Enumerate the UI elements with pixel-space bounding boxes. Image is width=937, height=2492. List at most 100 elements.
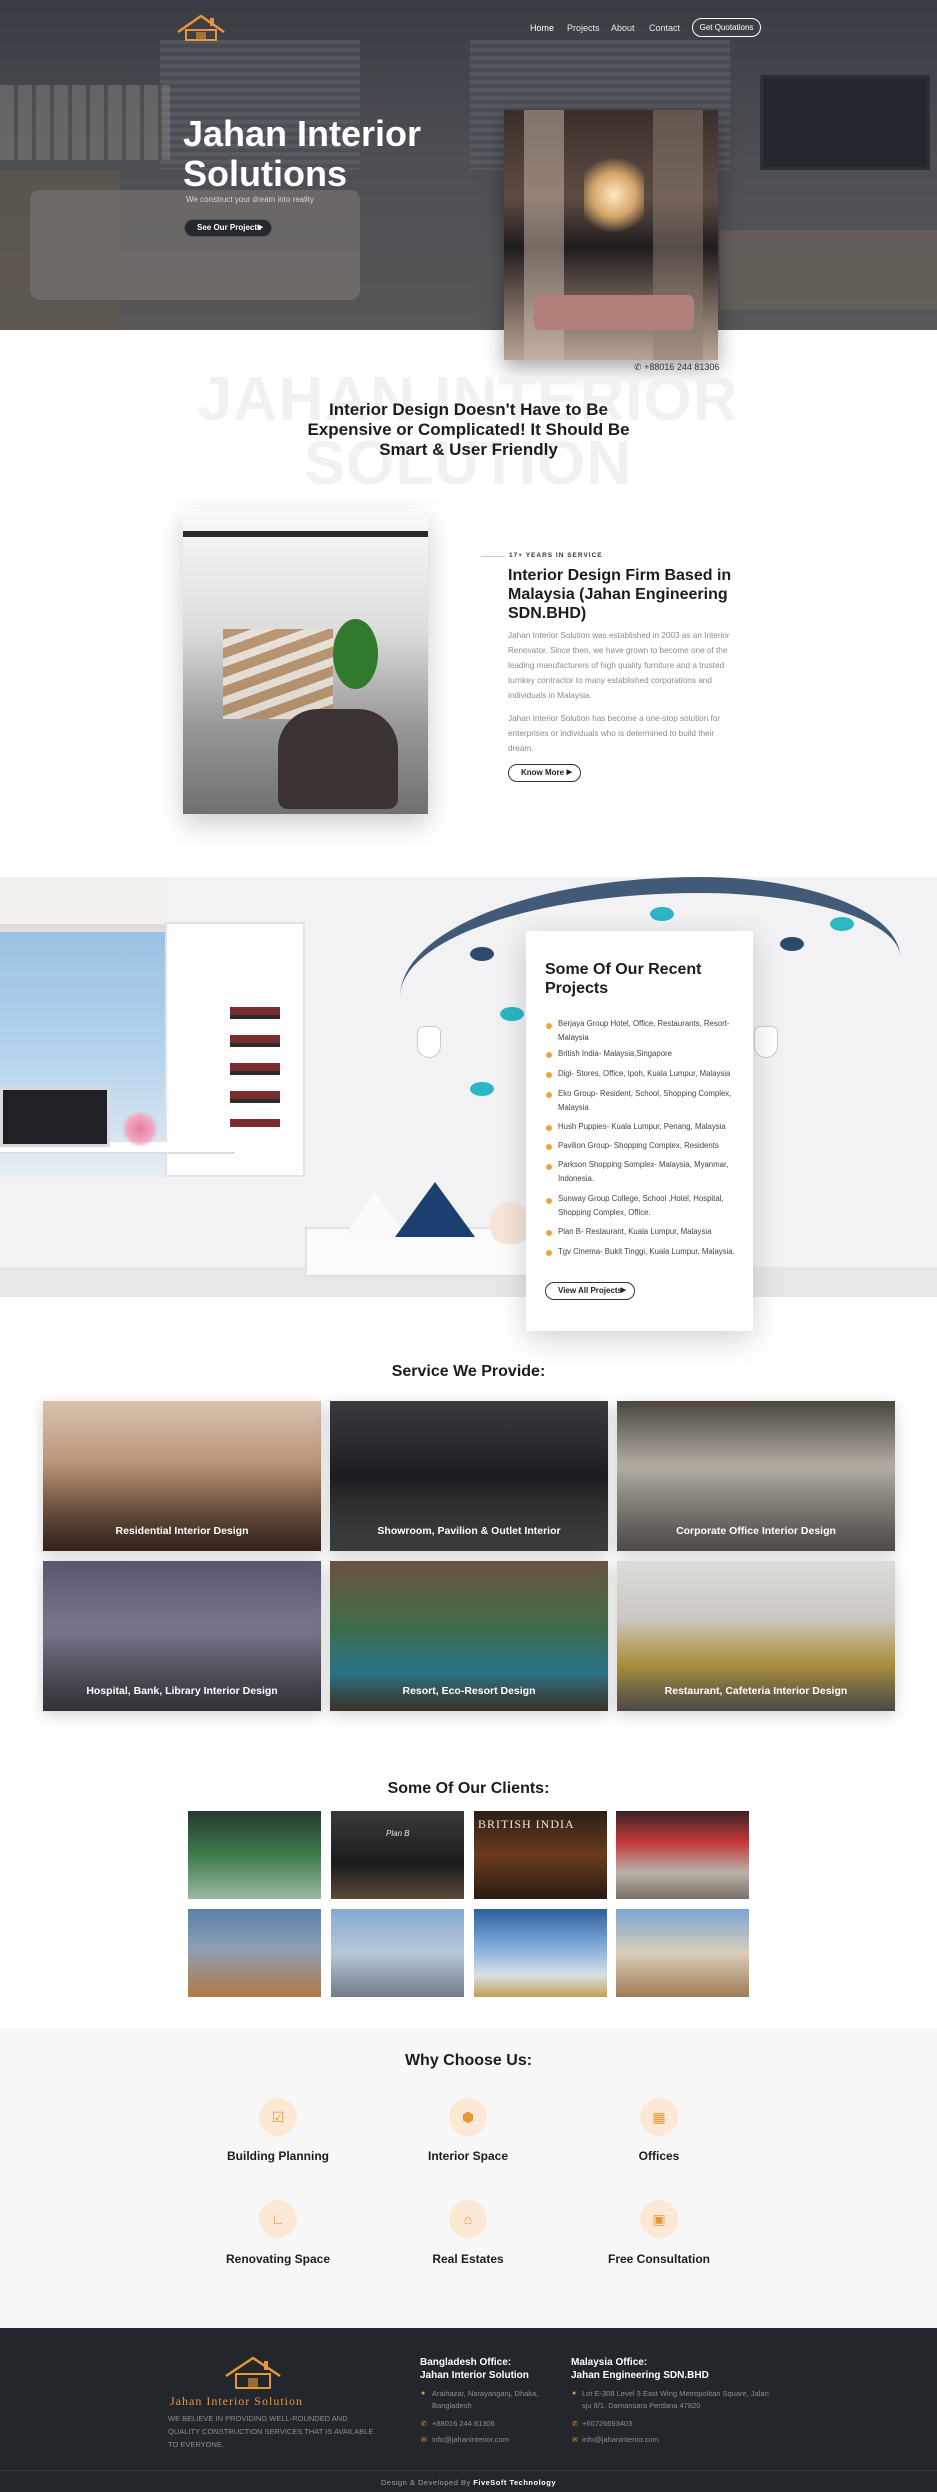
see-projects-button[interactable]: See Our Projects ▶ xyxy=(184,219,272,237)
phone-icon: ✆ xyxy=(421,2421,427,2428)
my-address: Lot E-308 Level 3 East Wing Metropolitan… xyxy=(582,2389,769,2410)
service-label: Corporate Office Interior Design xyxy=(676,1525,836,1537)
service-label: Restaurant, Cafeteria Interior Design xyxy=(664,1685,848,1697)
hero-title: Jahan Interior Solutions xyxy=(183,113,422,194)
know-more-label: Know More xyxy=(521,768,565,777)
bd-email[interactable]: info@jahaninterior.com xyxy=(432,2434,509,2446)
client-image xyxy=(474,1909,607,1997)
my-office-heading: Malaysia Office: xyxy=(571,2357,648,2368)
project-item: Plan B- Restaurant, Kuala Lumpur, Malays… xyxy=(558,1227,712,1236)
client-sign: Plan B xyxy=(386,1829,410,1838)
footer-tagline: WE BELIEVE IN PROVIDING WELL-ROUNDED AND… xyxy=(168,2414,374,2449)
service-label: Showroom, Pavilion & Outlet Interior xyxy=(377,1525,561,1537)
view-all-projects-label: View All Projects xyxy=(558,1286,623,1295)
why-title: Why Choose Us: xyxy=(404,2052,533,2069)
service-card-restaurant[interactable]: Restaurant, Cafeteria Interior Design xyxy=(617,1561,895,1711)
bullet-icon xyxy=(546,1023,552,1029)
my-phone[interactable]: +60726693403 xyxy=(582,2418,632,2430)
footer-credit: Design & Developed By FiveSoft Technolog… xyxy=(0,2478,937,2487)
service-card-residential[interactable]: Residential Interior Design xyxy=(43,1401,321,1551)
caret-right-icon: ▶ xyxy=(566,769,572,776)
hero-feature-image xyxy=(504,110,718,360)
caret-right-icon: ▶ xyxy=(257,224,263,231)
client-image xyxy=(616,1811,749,1899)
project-item: British India- Malaysia,Singapore xyxy=(558,1049,672,1058)
why-item-label: Free Consultation xyxy=(607,2252,710,2266)
bullet-icon xyxy=(546,1052,552,1058)
why-item-label: Real Estates xyxy=(432,2252,504,2266)
projects-background xyxy=(0,877,937,1297)
footer-logo-icon[interactable] xyxy=(222,2354,284,2392)
my-email[interactable]: info@jahaninterior.com xyxy=(582,2434,659,2446)
project-item: Hush Puppies- Kuala Lumpur, Penang, Mala… xyxy=(558,1122,726,1131)
service-label: Resort, Eco-Resort Design xyxy=(402,1685,536,1697)
bullet-icon xyxy=(546,1250,552,1256)
bullet-icon xyxy=(546,1198,552,1204)
logo-icon[interactable] xyxy=(174,12,228,44)
why-item-label: Building Planning xyxy=(227,2149,329,2163)
client-image-british-india: BRITISH INDIA xyxy=(474,1811,607,1899)
client-sign: BRITISH INDIA xyxy=(478,1817,575,1831)
credit-link[interactable]: FiveSoft Technology xyxy=(473,2478,556,2487)
envelope-icon: ✉ xyxy=(421,2437,427,2444)
see-projects-label: See Our Projects xyxy=(197,223,262,232)
service-card-resort[interactable]: Resort, Eco-Resort Design xyxy=(330,1561,608,1711)
nav-about[interactable]: About xyxy=(611,23,635,33)
service-label: Residential Interior Design xyxy=(115,1525,249,1537)
bullet-icon xyxy=(546,1230,552,1236)
bullet-icon xyxy=(546,1072,552,1078)
about-eyebrow: 17+ YEARS IN SERVICE xyxy=(509,552,603,559)
bullet-icon xyxy=(546,1125,552,1131)
why-item-label: Interior Space xyxy=(427,2149,509,2163)
bd-office-name: Jahan Interior Solution xyxy=(420,2370,529,2381)
cube-icon: ⬢ xyxy=(449,2098,487,2136)
client-image-plan-b: Plan B xyxy=(331,1811,464,1899)
project-item: Sunway Group College, School ,Hotel, Hos… xyxy=(558,1194,724,1217)
intro-heading: Interior Design Doesn't Have to Be Expen… xyxy=(307,400,630,459)
clipboard-check-icon: ☑ xyxy=(259,2098,297,2136)
angle-ruler-icon: ∟ xyxy=(259,2200,297,2238)
view-all-projects-button[interactable]: View All Projects ▶ xyxy=(545,1282,635,1300)
eyebrow-divider xyxy=(481,556,505,557)
service-card-corporate[interactable]: Corporate Office Interior Design xyxy=(617,1401,895,1551)
map-marker-icon: ● xyxy=(572,2390,577,2397)
client-image xyxy=(331,1909,464,1997)
why-item-label: Renovating Space xyxy=(225,2252,331,2266)
project-item: Tgv Cinema- Bukit Tinggi, Kuala Lumpur, … xyxy=(558,1247,735,1256)
service-card-hospital[interactable]: Hospital, Bank, Library Interior Design xyxy=(43,1561,321,1711)
caret-right-icon: ▶ xyxy=(620,1287,626,1294)
get-quotations-button[interactable]: Get Quotations xyxy=(692,18,761,37)
project-item: Eko Group- Resident, School, Shopping Co… xyxy=(558,1089,732,1112)
bullet-icon xyxy=(546,1144,552,1150)
footer-brand: Jahan Interior Solution xyxy=(170,2394,303,2408)
my-office-name: Jahan Engineering SDN.BHD xyxy=(571,2370,709,2381)
service-card-showroom[interactable]: Showroom, Pavilion & Outlet Interior xyxy=(330,1401,608,1551)
why-item-label: Offices xyxy=(638,2149,680,2163)
client-image xyxy=(188,1909,321,1997)
footer-divider xyxy=(0,2470,937,2471)
home-icon: ⌂ xyxy=(449,2200,487,2238)
nav-home[interactable]: Home xyxy=(530,23,554,33)
project-item: Parkson Shopping Somplex- Malaysia, Myan… xyxy=(558,1160,729,1183)
client-image xyxy=(188,1811,321,1899)
project-item: Pavilion Group- Shopping Complex, Reside… xyxy=(558,1141,719,1150)
about-paragraph-2: Jahan Interior Solution has become a one… xyxy=(508,714,721,753)
know-more-button[interactable]: Know More ▶ xyxy=(508,764,581,782)
nav-contact[interactable]: Contact xyxy=(649,23,680,33)
about-paragraph-1: Jahan Interior Solution was established … xyxy=(508,631,730,700)
bullet-icon xyxy=(546,1164,552,1170)
credit-prefix: Design & Developed By xyxy=(380,2478,471,2487)
about-image xyxy=(183,509,428,814)
hero-subtitle: We construct your dream into reality xyxy=(186,195,314,204)
briefcase-icon: ▣ xyxy=(640,2200,678,2238)
building-icon: ▦ xyxy=(640,2098,678,2136)
services-title: Service We Provide: xyxy=(391,1363,546,1380)
bd-phone[interactable]: +88016 244 81306 xyxy=(432,2418,495,2430)
about-title: Interior Design Firm Based in Malaysia (… xyxy=(508,567,732,622)
project-item: Berjaya Group Hotel, Office, Restaurants… xyxy=(558,1019,730,1042)
phone-icon: ✆ xyxy=(572,2421,578,2428)
bd-office-heading: Bangladesh Office: xyxy=(420,2357,512,2368)
why-choose-us-section xyxy=(0,2028,937,2328)
nav-projects[interactable]: Projects xyxy=(567,23,600,33)
client-image xyxy=(616,1909,749,1997)
